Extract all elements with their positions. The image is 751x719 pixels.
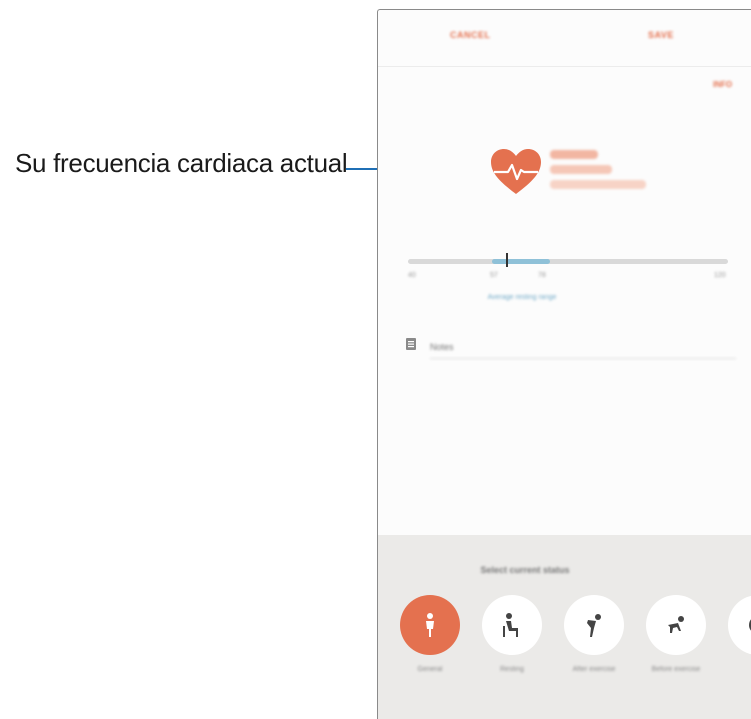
callout-label: Su frecuencia cardiaca actual — [15, 148, 348, 178]
sitting-person-icon — [503, 613, 518, 637]
status-selection-panel: Select current status General Resting Af… — [378, 535, 751, 719]
info-link[interactable]: INFO — [713, 80, 732, 89]
status-more-button[interactable] — [728, 595, 751, 655]
status-resting-label: Resting — [500, 666, 524, 673]
current-heart-rate-readout — [550, 150, 660, 200]
cancel-button[interactable]: CANCEL — [450, 30, 491, 40]
crouching-person-icon — [668, 616, 684, 633]
status-general-label: General — [417, 666, 443, 673]
save-button[interactable]: SAVE — [648, 30, 674, 40]
average-range-label: Average resting range — [487, 294, 557, 301]
status-before-exercise-button[interactable] — [646, 595, 706, 655]
action-bar: CANCEL SAVE — [378, 10, 751, 66]
standing-person-icon — [426, 613, 434, 637]
heart-icon — [491, 149, 541, 194]
notes-input[interactable] — [430, 336, 736, 359]
phone-screen: CANCEL SAVE INFO 40 57 78 120 Average re… — [377, 9, 751, 719]
status-after-exercise-label: After exercise — [572, 666, 616, 673]
range-tick-high: 78 — [538, 272, 546, 279]
average-range-fill — [492, 259, 550, 264]
notes-icon — [406, 338, 416, 350]
status-panel-title: Select current status — [480, 565, 570, 575]
bent-over-person-icon — [587, 614, 601, 637]
range-tick-low: 57 — [490, 272, 498, 279]
heart-rate-value — [550, 150, 598, 159]
status-general-button[interactable] — [400, 595, 460, 655]
status-more-label: F — [723, 665, 751, 675]
current-value-marker — [506, 253, 508, 267]
action-bar-divider — [378, 66, 751, 67]
heart-rate-range-bar — [408, 259, 728, 264]
range-tick-max: 120 — [714, 272, 726, 279]
heart-rate-timestamp — [550, 180, 646, 189]
heart-rate-unit — [550, 165, 612, 174]
status-resting-button[interactable] — [482, 595, 542, 655]
status-before-exercise-label: Before exercise — [651, 666, 701, 673]
status-after-exercise-button[interactable] — [564, 595, 624, 655]
range-tick-min: 40 — [408, 272, 416, 279]
